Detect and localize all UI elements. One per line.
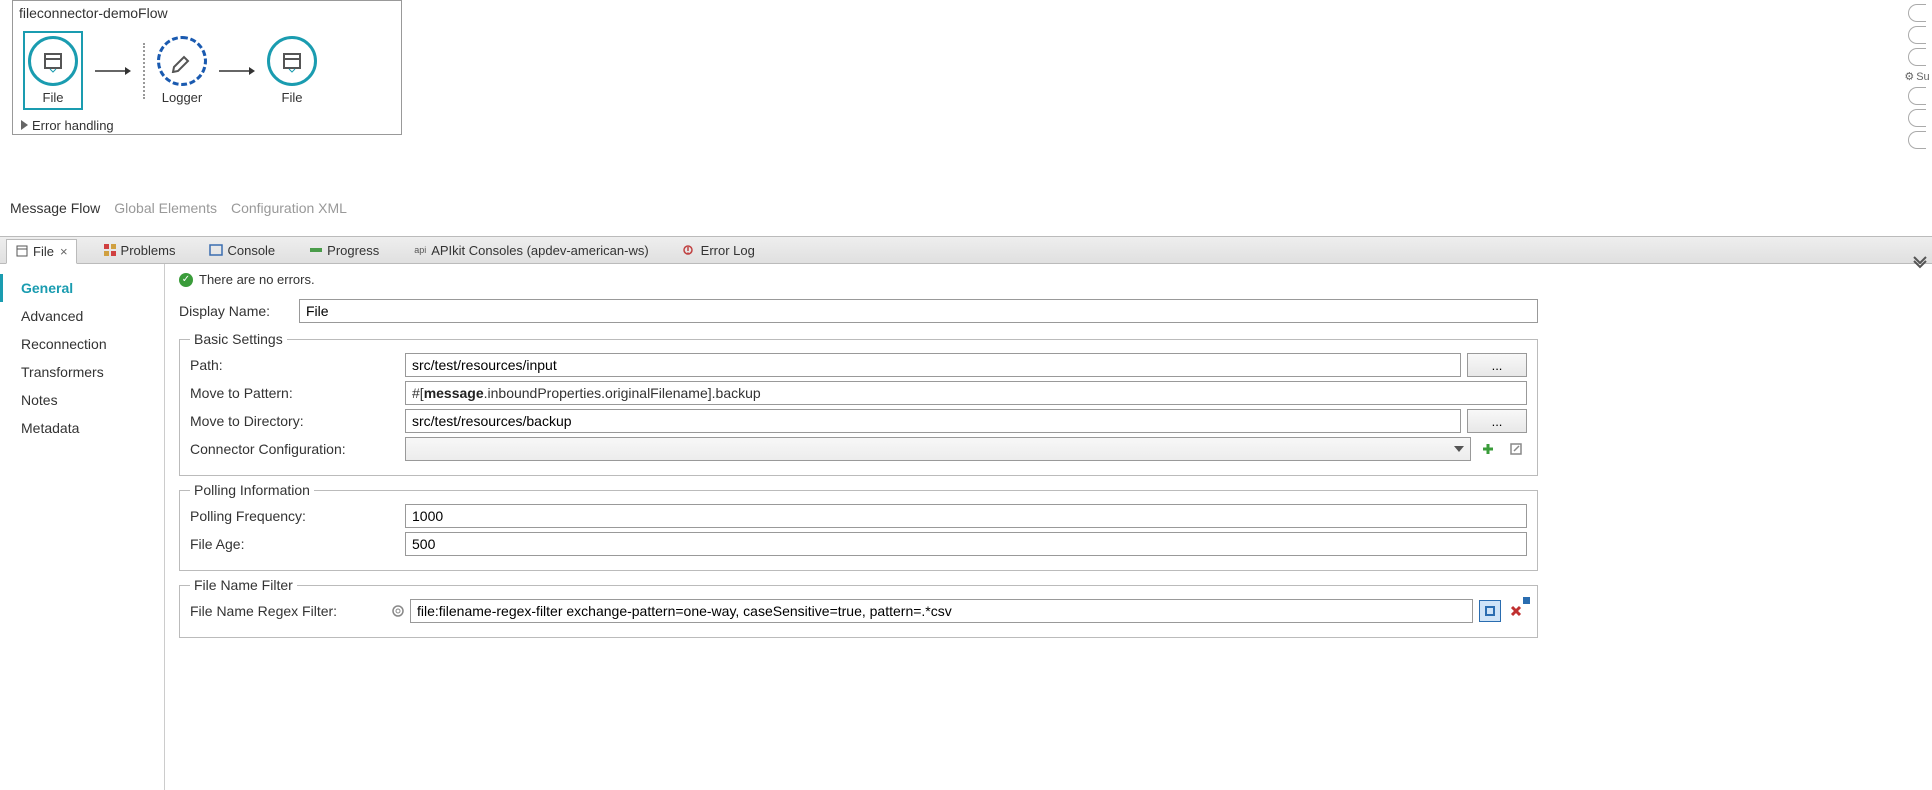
mel-post: .inboundProperties.originalFilename].bac… [484, 385, 761, 401]
polling-freq-label: Polling Frequency: [190, 508, 405, 524]
expand-icon[interactable] [1912, 255, 1928, 274]
edit-config-button[interactable] [1505, 438, 1527, 460]
toolbar-stub[interactable] [1908, 48, 1926, 66]
panel-tab-label: Error Log [701, 243, 755, 258]
properties-content: ✓ There are no errors. Display Name: Bas… [165, 264, 1552, 790]
flow-node-file-selected[interactable]: File [23, 31, 83, 110]
problems-icon [103, 243, 117, 257]
display-name-input[interactable] [299, 299, 1538, 323]
panel-tab-file[interactable]: File × [6, 239, 77, 264]
sidebar-item-general[interactable]: General [0, 274, 164, 302]
console-icon [209, 243, 223, 257]
sidebar-item-reconnection[interactable]: Reconnection [0, 330, 164, 358]
toolbar-stub[interactable] [1908, 131, 1926, 149]
progress-icon [309, 243, 323, 257]
path-label: Path: [190, 357, 405, 373]
file-tab-icon [15, 244, 29, 258]
tab-global-elements[interactable]: Global Elements [114, 200, 217, 216]
flow-canvas[interactable]: fileconnector-demoFlow File Logger File [12, 0, 402, 135]
errorlog-icon [683, 243, 697, 257]
toolbar-stub[interactable] [1908, 109, 1926, 127]
file-icon [28, 36, 78, 86]
panel-tab-label: Problems [121, 243, 176, 258]
close-icon[interactable]: × [60, 244, 68, 259]
connector-config-select[interactable] [405, 437, 1471, 461]
sidebar-item-metadata[interactable]: Metadata [0, 414, 164, 442]
sidebar-item-transformers[interactable]: Transformers [0, 358, 164, 386]
add-config-button[interactable] [1477, 438, 1499, 460]
arrow-icon [219, 65, 255, 77]
panel-tab-progress[interactable]: Progress [301, 239, 387, 262]
panel-tab-apikit[interactable]: api APIkit Consoles (apdev-american-ws) [405, 239, 656, 262]
toolbar-stub[interactable] [1908, 87, 1926, 105]
move-pattern-label: Move to Pattern: [190, 385, 405, 401]
flow-node-file-2[interactable]: File [267, 36, 317, 105]
flow-node-logger[interactable]: Logger [157, 36, 207, 105]
arrow-icon [95, 65, 131, 77]
error-handling-section[interactable]: Error handling [13, 116, 401, 135]
node-label: File [43, 90, 64, 105]
toolbar-stub[interactable] [1908, 26, 1926, 44]
regex-filter-label: File Name Regex Filter: [190, 603, 390, 619]
expand-icon [21, 120, 28, 130]
polling-info-group: Polling Information Polling Frequency: F… [179, 482, 1538, 571]
connector-config-label: Connector Configuration: [190, 441, 405, 457]
properties-panel: General Advanced Reconnection Transforme… [0, 264, 1552, 790]
polling-freq-input[interactable] [405, 504, 1527, 528]
apikit-icon: api [413, 243, 427, 257]
flow-separator [143, 43, 145, 99]
filename-filter-legend: File Name Filter [190, 577, 297, 593]
path-browse-button[interactable]: ... [1467, 353, 1527, 377]
move-pattern-input[interactable]: #[message.inboundProperties.originalFile… [405, 381, 1527, 405]
mel-pre: #[ [412, 385, 424, 401]
move-dir-label: Move to Directory: [190, 413, 405, 429]
filter-edit-button[interactable] [1479, 600, 1501, 622]
basic-settings-legend: Basic Settings [190, 331, 287, 347]
node-label: Logger [162, 90, 202, 105]
mel-bold: message [424, 385, 484, 401]
filter-delete-button[interactable] [1505, 600, 1527, 622]
panel-tab-errorlog[interactable]: Error Log [675, 239, 763, 262]
polling-info-legend: Polling Information [190, 482, 314, 498]
basic-settings-group: Basic Settings Path: ... Move to Pattern… [179, 331, 1538, 476]
regex-filter-input[interactable] [410, 599, 1473, 623]
file-icon [267, 36, 317, 86]
display-name-label: Display Name: [179, 303, 299, 319]
status-row: ✓ There are no errors. [179, 272, 1538, 287]
sidebar-item-notes[interactable]: Notes [0, 386, 164, 414]
path-input[interactable] [405, 353, 1461, 377]
flow-title: fileconnector-demoFlow [13, 1, 401, 25]
panel-tab-label: Console [227, 243, 275, 258]
move-dir-browse-button[interactable]: ... [1467, 409, 1527, 433]
right-toolbar-strip: ⚙Su [1902, 0, 1932, 260]
file-age-input[interactable] [405, 532, 1527, 556]
node-label: File [282, 90, 303, 105]
panel-tab-label: File [33, 244, 54, 259]
logger-icon [157, 36, 207, 86]
status-text: There are no errors. [199, 272, 315, 287]
flow-nodes: File Logger File [13, 25, 401, 116]
panel-tabs: File × Problems Console Progress api API… [0, 236, 1932, 264]
toolbar-label: ⚙Su [1904, 70, 1929, 83]
panel-tab-problems[interactable]: Problems [95, 239, 184, 262]
file-age-label: File Age: [190, 536, 405, 552]
move-dir-input[interactable] [405, 409, 1461, 433]
toolbar-stub[interactable] [1908, 4, 1926, 22]
status-ok-icon: ✓ [179, 273, 193, 287]
tab-message-flow[interactable]: Message Flow [10, 200, 100, 216]
properties-side-nav: General Advanced Reconnection Transforme… [0, 264, 165, 790]
panel-tab-label: Progress [327, 243, 379, 258]
panel-tab-label: APIkit Consoles (apdev-american-ws) [431, 243, 648, 258]
panel-tab-console[interactable]: Console [201, 239, 283, 262]
error-handling-label: Error handling [32, 118, 114, 133]
editor-tabs: Message Flow Global Elements Configurati… [10, 200, 347, 216]
sidebar-item-advanced[interactable]: Advanced [0, 302, 164, 330]
tab-configuration-xml[interactable]: Configuration XML [231, 200, 347, 216]
filename-filter-group: File Name Filter File Name Regex Filter: [179, 577, 1538, 638]
chevron-down-icon [1454, 446, 1464, 452]
gear-icon[interactable] [390, 603, 406, 619]
